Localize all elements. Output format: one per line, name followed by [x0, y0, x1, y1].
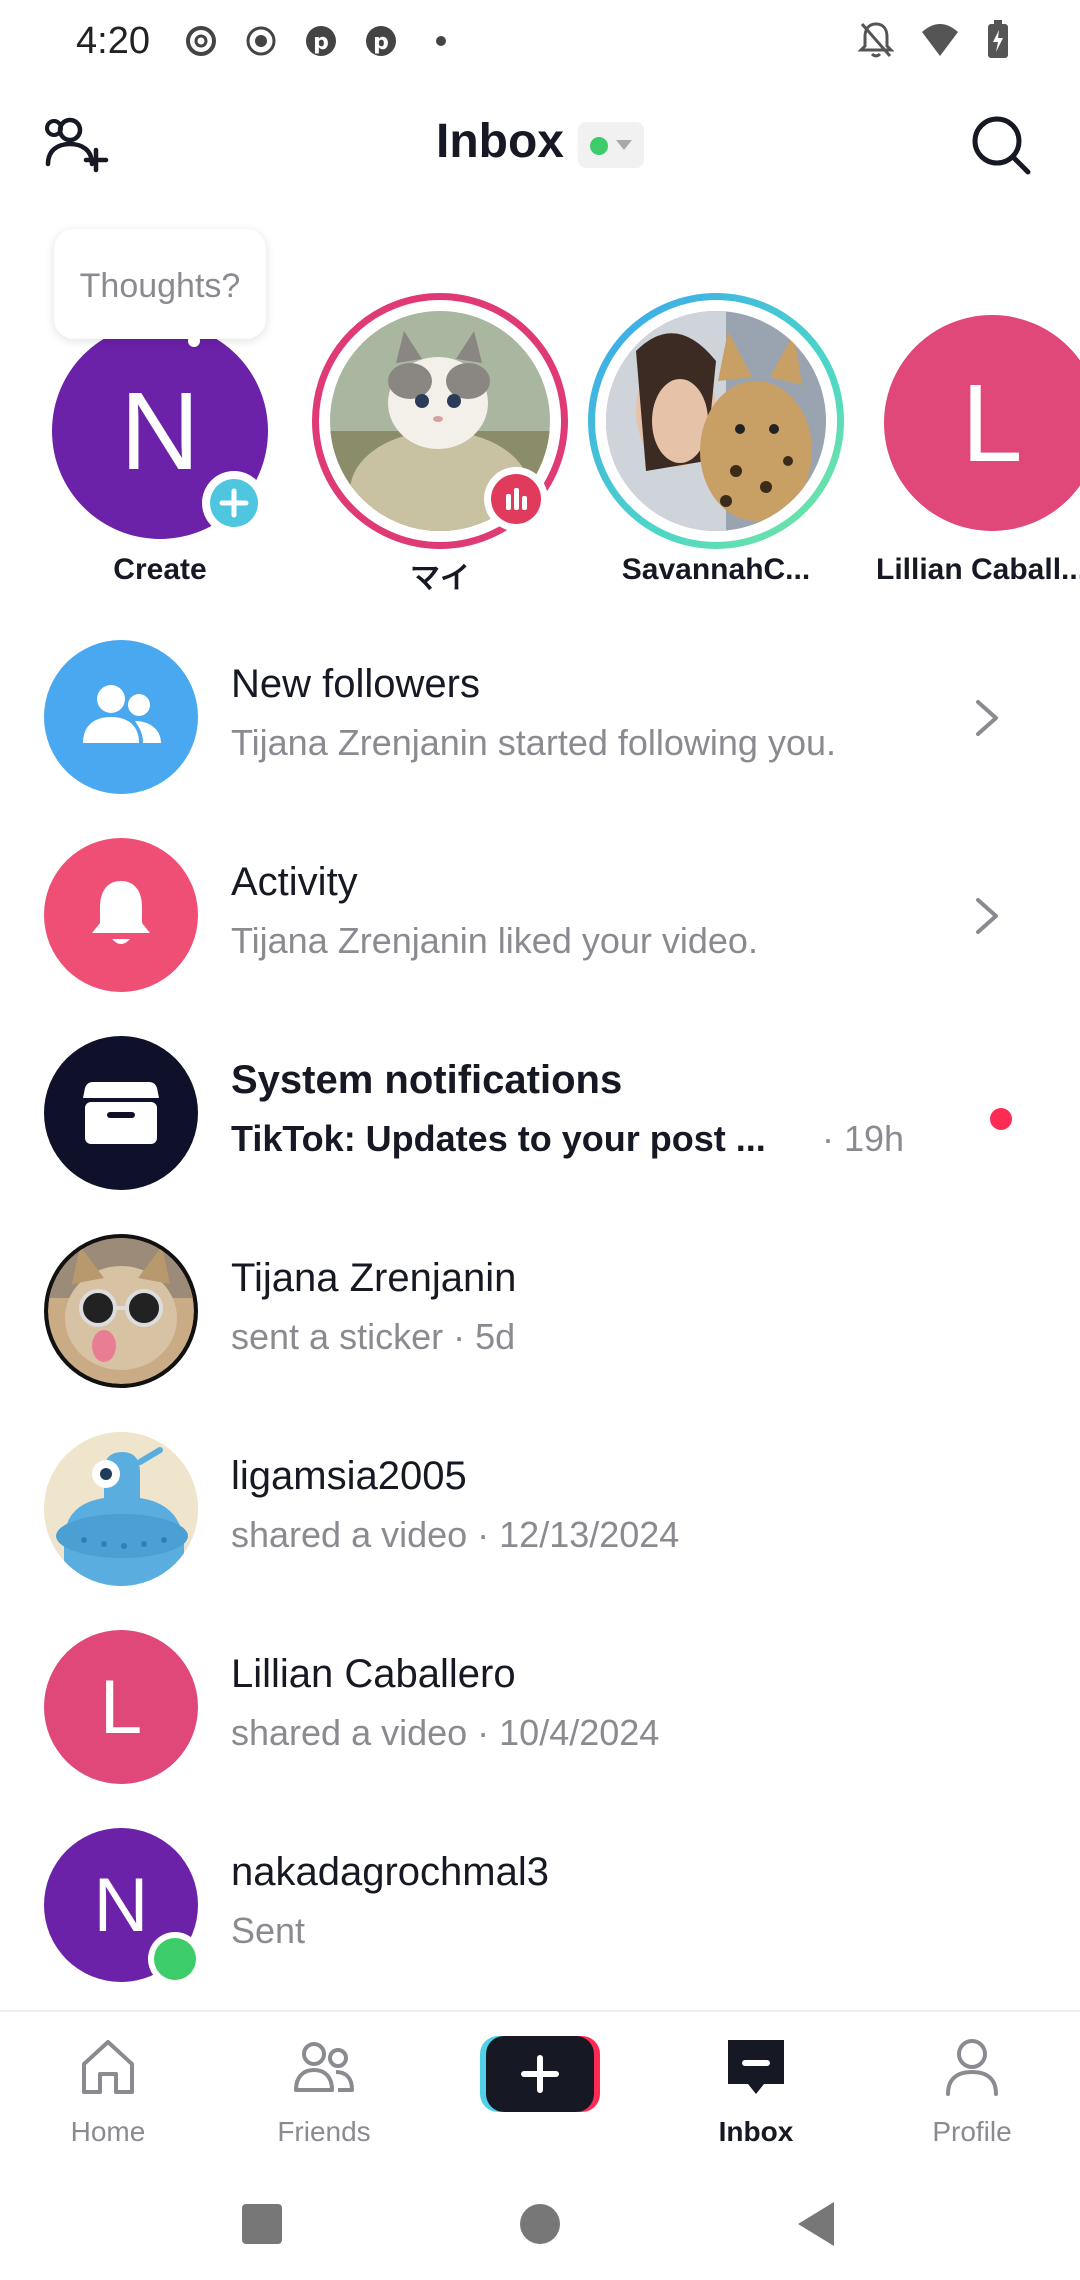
nav-label: Profile [932, 2116, 1012, 2147]
row-subtitle: shared a video · 10/4/2024 [231, 1712, 660, 1753]
people-icon [83, 685, 161, 743]
avatar [606, 311, 826, 531]
followers-avatar [44, 640, 198, 794]
system-nav-bar [0, 2160, 1080, 2280]
recents-icon[interactable] [240, 2202, 284, 2246]
avatar [44, 1234, 198, 1388]
avatar-initial: L [99, 1664, 143, 1750]
bell-icon [92, 881, 150, 944]
nav-profile[interactable]: Profile [892, 2034, 1052, 2154]
tooltip-text: Thoughts? [79, 267, 241, 305]
row-subtitle: TikTok: Updates to your post ... [231, 1118, 766, 1159]
story-lillian[interactable]: L Lillian Caball... [856, 225, 1080, 595]
pinterest-icon-2: p [360, 20, 402, 62]
friends-icon [294, 2042, 354, 2092]
wifi-icon [920, 22, 960, 63]
story-mai[interactable]: マイ [308, 225, 568, 595]
row-title: ligamsia2005 [231, 1454, 467, 1498]
row-subtitle: shared a video · 12/13/2024 [231, 1514, 680, 1555]
unread-dot [990, 1108, 1012, 1130]
online-dot [590, 137, 608, 155]
online-status-toggle[interactable] [578, 122, 644, 168]
status-system-icons [857, 20, 1010, 65]
woman-serval-photo-icon [606, 311, 826, 531]
cat-sunglasses-photo-icon [48, 1238, 194, 1384]
inbox-header: Inbox [0, 100, 1080, 190]
list-item-conversation[interactable]: ligamsia2005 shared a video · 12/13/2024 [0, 1412, 1080, 1608]
chevron-right-icon [976, 898, 998, 934]
tooltip-tail [188, 335, 200, 347]
row-subtitle: Tijana Zrenjanin liked your video. [231, 920, 758, 961]
list-item-system-notifications[interactable]: System notifications TikTok: Updates to … [0, 1016, 1080, 1212]
row-title: Tijana Zrenjanin [231, 1256, 517, 1300]
avatar-initial: N [93, 1862, 149, 1948]
record-icon [240, 20, 282, 62]
chevron-right-icon [976, 700, 998, 736]
system-avatar [44, 1036, 198, 1190]
add-story-icon[interactable] [202, 471, 266, 535]
row-subtitle: sent a sticker · 5d [231, 1316, 516, 1357]
stories-row: N Thoughts? Create マイ SavannahC... L Lil… [0, 225, 1080, 595]
list-item-conversation[interactable]: N nakadagrochmal3 Sent [0, 1808, 1080, 2004]
row-timestamp: · 19h [822, 1118, 905, 1159]
row-title: New followers [231, 662, 480, 706]
list-item-new-followers[interactable]: New followers Tijana Zrenjanin started f… [0, 620, 1080, 816]
bell-muted-icon [857, 20, 895, 65]
story-label: SavannahC... [621, 553, 811, 586]
story-label: マイ [410, 562, 470, 595]
status-notification-icons: p p [180, 20, 462, 62]
story-label: Create [113, 553, 207, 586]
story-savannah[interactable]: SavannahC... [580, 225, 844, 595]
online-indicator [148, 1932, 202, 1986]
nav-label: Inbox [718, 2116, 794, 2147]
search-icon[interactable] [966, 110, 1036, 180]
nav-label: Home [70, 2116, 146, 2147]
avatar: L [884, 315, 1080, 531]
chevron-down-icon [616, 140, 632, 150]
back-icon[interactable] [794, 2200, 838, 2248]
svg-text:p: p [313, 30, 329, 55]
nav-friends[interactable]: Friends [244, 2034, 404, 2154]
nav-home[interactable]: Home [28, 2034, 188, 2154]
row-title: nakadagrochmal3 [231, 1850, 549, 1894]
avatar-initial: N [120, 369, 200, 493]
thoughts-tooltip[interactable]: Thoughts? [54, 229, 266, 347]
story-create[interactable]: N Thoughts? Create [30, 225, 290, 595]
avatar: L [44, 1630, 198, 1784]
add-friends-icon[interactable] [40, 112, 112, 176]
home-icon [82, 2040, 134, 2094]
status-time: 4:20 [76, 20, 150, 62]
story-label: Lillian Caball... [876, 553, 1080, 586]
plus-icon [480, 2036, 600, 2112]
nav-label: Friends [277, 2116, 371, 2147]
avatar [44, 1432, 198, 1586]
inbox-tray-icon [83, 1082, 159, 1144]
more-dot-icon [420, 20, 462, 62]
row-title: Lillian Caballero [231, 1652, 516, 1696]
profile-icon [946, 2039, 998, 2096]
page-title: Inbox [436, 115, 564, 168]
create-post-button[interactable] [480, 2036, 600, 2112]
svg-text:p: p [373, 30, 389, 55]
inbox-icon [728, 2040, 784, 2094]
activity-avatar [44, 838, 198, 992]
row-subtitle: Tijana Zrenjanin started following you. [231, 722, 836, 763]
home-circle-icon[interactable] [518, 2202, 562, 2246]
row-title: Activity [231, 860, 358, 904]
alien-avatar-icon [44, 1432, 198, 1586]
list-item-activity[interactable]: Activity Tijana Zrenjanin liked your vid… [0, 818, 1080, 1014]
threads-icon [180, 20, 222, 62]
bottom-nav: Home Friends Inbox Profile [0, 2010, 1080, 2160]
row-subtitle: Sent [231, 1910, 306, 1951]
battery-icon [986, 20, 1010, 65]
live-badge-icon [484, 467, 548, 531]
avatar-initial: L [961, 361, 1023, 485]
row-title: System notifications [231, 1058, 623, 1102]
nav-inbox[interactable]: Inbox [676, 2034, 836, 2154]
pinterest-icon: p [300, 20, 342, 62]
status-bar: 4:20 p p [0, 0, 1080, 90]
list-item-conversation[interactable]: Tijana Zrenjanin sent a sticker · 5d [0, 1214, 1080, 1410]
list-item-conversation[interactable]: L Lillian Caballero shared a video · 10/… [0, 1610, 1080, 1806]
